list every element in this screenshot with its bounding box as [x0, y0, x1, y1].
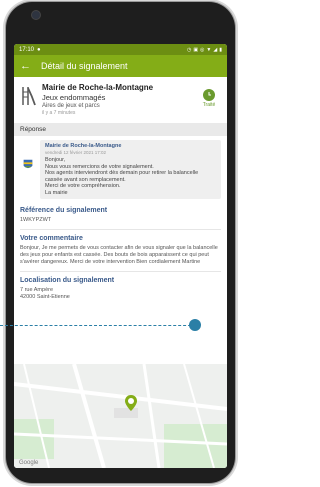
- app-bar: ← Détail du signalement: [14, 55, 227, 77]
- location-address: 7 rue Ampère 42000 Saint-Etienne: [14, 285, 227, 304]
- response-date: vendredi 12 février 2021 17:02: [45, 150, 107, 155]
- address-city: 42000 Saint-Etienne: [20, 294, 70, 300]
- playground-slide-icon: [22, 87, 36, 106]
- map-roads: [14, 364, 227, 468]
- response-header: Réponse: [14, 123, 227, 136]
- status-icons: ◷ ▣ ◎ ▼ ◢ ▮: [187, 47, 222, 53]
- callout-leader-line: [0, 325, 196, 326]
- reference-value: 1WKYPZWT: [20, 217, 52, 223]
- wifi-icon: ▼: [206, 46, 212, 53]
- town-crest-icon: [23, 159, 33, 169]
- response-line: Nos agents interviendront dès demain pou…: [45, 170, 199, 183]
- page-title: Détail du signalement: [41, 61, 128, 71]
- report-age: il y a 7 minutes: [42, 110, 76, 116]
- response-line: La mairie: [45, 189, 68, 196]
- app-screen: 17:10 ● ◷ ▣ ◎ ▼ ◢ ▮ ← Détail du signalem…: [14, 44, 227, 468]
- status-badge: Traité: [197, 89, 221, 108]
- divider: [20, 229, 221, 230]
- status-time: 17:10: [19, 46, 35, 53]
- back-arrow-icon[interactable]: ←: [20, 60, 31, 72]
- status-label: Traité: [202, 102, 216, 108]
- comment-text: Bonjour, Je me permets de vous contacter…: [20, 245, 218, 265]
- reference-label: Référence du signalement: [20, 207, 108, 214]
- organization-name: Mairie de Roche-la-Montagne: [42, 83, 154, 92]
- signal-icon: ◢: [213, 46, 218, 53]
- response-message: Mairie de Roche-la-Montagne vendredi 12 …: [14, 136, 227, 203]
- response-bubble: Mairie de Roche-la-Montagne vendredi 12 …: [40, 140, 221, 199]
- issue-title: Jeux endommagés: [42, 93, 106, 102]
- sim-icon: ▣: [193, 46, 199, 53]
- notification-icon: ●: [37, 46, 41, 53]
- alarm-icon: ◷: [186, 46, 192, 53]
- battery-icon: ▮: [219, 46, 222, 53]
- map-pin-icon[interactable]: [124, 394, 138, 412]
- nfc-icon: ◎: [200, 46, 205, 53]
- status-bar: 17:10 ● ◷ ▣ ◎ ▼ ◢ ▮: [14, 44, 227, 55]
- phone-frame: 17:10 ● ◷ ▣ ◎ ▼ ◢ ▮ ← Détail du signalem…: [6, 2, 235, 483]
- divider: [20, 271, 221, 272]
- address-street: 7 rue Ampère: [20, 287, 54, 293]
- callout-dot: [189, 319, 201, 331]
- front-camera: [32, 11, 40, 19]
- comment-label: Votre commentaire: [20, 235, 83, 242]
- clock-icon: [203, 89, 215, 101]
- response-from: Mairie de Roche-la-Montagne: [45, 143, 122, 149]
- location-map[interactable]: Google: [14, 364, 227, 468]
- report-summary: Mairie de Roche-la-Montagne Jeux endomma…: [14, 77, 227, 121]
- google-logo: Google: [19, 460, 39, 466]
- location-label: Localisation du signalement: [20, 277, 115, 284]
- issue-category: Aires de jeux et parcs: [42, 103, 100, 109]
